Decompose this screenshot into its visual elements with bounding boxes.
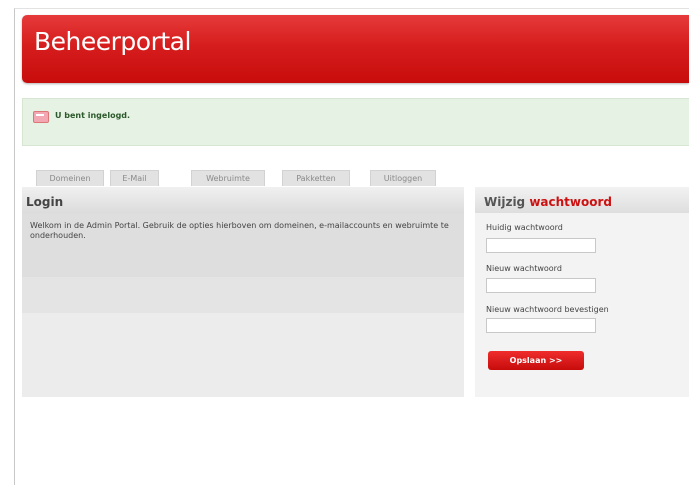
title-prefix: Wijzig xyxy=(484,195,530,209)
confirm-password-label: Nieuw wachtwoord bevestigen xyxy=(486,305,609,314)
change-password-title: Wijzig wachtwoord xyxy=(484,195,612,209)
save-button[interactable]: Opslaan >> xyxy=(488,351,584,370)
login-panel: Login Welkom in de Admin Portal. Gebruik… xyxy=(22,187,464,397)
current-password-label: Huidig wachtwoord xyxy=(486,223,563,232)
login-panel-body: Welkom in de Admin Portal. Gebruik de op… xyxy=(22,213,464,277)
current-password-field[interactable] xyxy=(486,238,596,253)
confirm-password-field[interactable] xyxy=(486,318,596,333)
new-password-field[interactable] xyxy=(486,278,596,293)
panel-band xyxy=(22,277,464,313)
notice-text: U bent ingelogd. xyxy=(55,111,131,120)
login-panel-header: Login xyxy=(22,187,464,213)
welcome-text: Welkom in de Admin Portal. Gebruik de op… xyxy=(30,221,449,240)
app-header: Beheerportal xyxy=(22,15,689,83)
new-password-label: Nieuw wachtwoord xyxy=(486,264,562,273)
login-panel-title: Login xyxy=(26,195,64,209)
tab-webruimte[interactable]: Webruimte xyxy=(191,170,265,186)
message-icon xyxy=(33,111,49,123)
tab-email[interactable]: E-Mail xyxy=(110,170,159,186)
tab-domeinen[interactable]: Domeinen xyxy=(36,170,104,186)
tab-uitloggen[interactable]: Uitloggen xyxy=(370,170,436,186)
login-notice: U bent ingelogd. xyxy=(22,98,689,146)
change-password-header: Wijzig wachtwoord xyxy=(475,187,689,213)
tab-pakketten[interactable]: Pakketten xyxy=(282,170,350,186)
app-title: Beheerportal xyxy=(34,27,191,56)
change-password-panel: Wijzig wachtwoord Huidig wachtwoord Nieu… xyxy=(475,187,689,397)
title-accent: wachtwoord xyxy=(529,195,612,209)
